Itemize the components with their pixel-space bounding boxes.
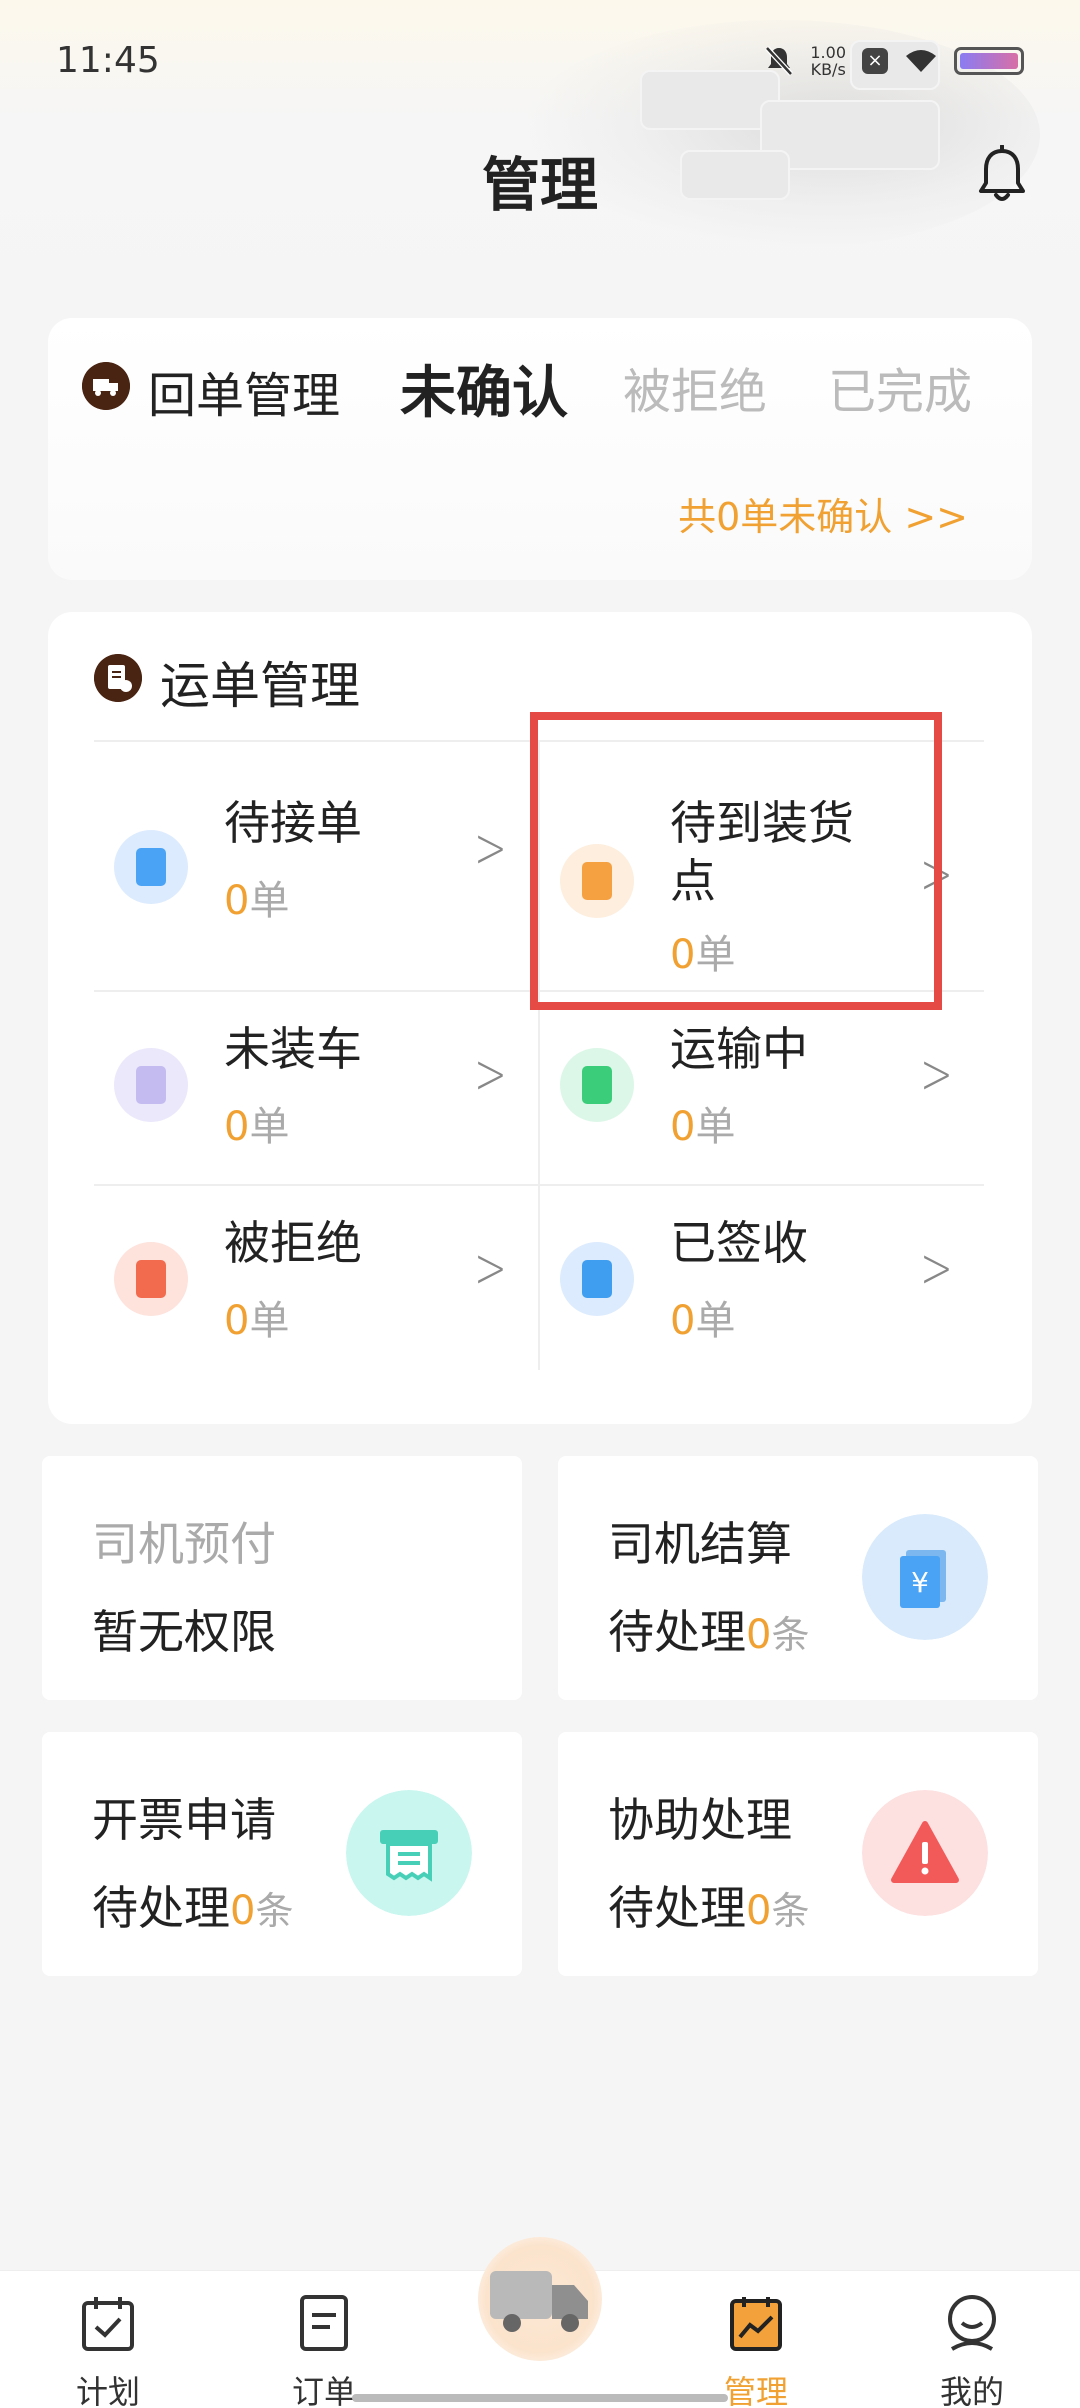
- battery-icon: [954, 47, 1024, 75]
- waybill-item-pending-accept[interactable]: 待接单 0单 >: [94, 742, 534, 990]
- highlight-box: [530, 712, 942, 1010]
- chevron-right-icon: >: [474, 816, 507, 881]
- chevron-right-icon: >: [474, 1236, 507, 1301]
- tab-completed[interactable]: 已完成: [828, 352, 972, 422]
- clipboard-truck-icon: [560, 1048, 634, 1122]
- svg-text:¥: ¥: [911, 1566, 929, 1599]
- driver-settlement-card[interactable]: 司机结算 待处理0条 ¥: [558, 1456, 1038, 1700]
- waybill-item-signed[interactable]: 已签收 0单 >: [540, 1186, 980, 1378]
- mute-bell-icon: [765, 46, 794, 76]
- management-chart-icon: [730, 2297, 782, 2351]
- invoice-title: 开票申请: [92, 1793, 276, 1847]
- bottom-navigation: 计划 订单 管理 我的: [0, 2237, 1080, 2408]
- close-notification-icon: ×: [862, 48, 888, 74]
- document-icon: [300, 2295, 348, 2351]
- status-time: 11:45: [56, 40, 160, 81]
- bell-icon[interactable]: [976, 145, 1028, 205]
- unconfirmed-summary-link[interactable]: 共0单未确认 >>: [678, 486, 968, 541]
- waybill-item-in-transit[interactable]: 运输中 0单 >: [540, 992, 980, 1184]
- assist-status: 待处理0条: [608, 1881, 810, 1935]
- invoice-printer-icon: [346, 1790, 472, 1916]
- yen-document-icon: ¥: [862, 1514, 988, 1640]
- invoice-status: 待处理0条: [92, 1881, 294, 1935]
- receipt-title: 回单管理: [148, 368, 341, 424]
- receipt-truck-icon: [82, 362, 130, 410]
- clipboard-x-icon: [114, 1242, 188, 1316]
- receipt-management-card: 回单管理 未确认 被拒绝 已完成 共0单未确认 >>: [48, 318, 1032, 580]
- status-icons: 1.00 KB/s ×: [764, 44, 1024, 78]
- clipboard-clock-icon: [114, 830, 188, 904]
- page-title: 管理: [481, 151, 598, 219]
- settlement-status: 待处理0条: [608, 1605, 810, 1659]
- prepay-title: 司机预付: [92, 1517, 276, 1571]
- chevron-right-icon: >: [920, 1236, 953, 1301]
- waybill-title: 运单管理: [160, 657, 360, 715]
- status-bar: 11:45 1.00 KB/s ×: [0, 0, 1080, 120]
- waybill-item-not-loaded[interactable]: 未装车 0单 >: [94, 992, 534, 1184]
- clipboard-check-icon: [560, 1242, 634, 1316]
- invoice-application-card[interactable]: 开票申请 待处理0条: [42, 1732, 522, 1976]
- assist-processing-card[interactable]: 协助处理 待处理0条: [558, 1732, 1038, 1976]
- center-truck-button[interactable]: [478, 2237, 602, 2361]
- profile-icon: [948, 2295, 996, 2351]
- waybill-item-rejected[interactable]: 被拒绝 0单 >: [94, 1186, 534, 1378]
- settlement-title: 司机结算: [608, 1517, 792, 1571]
- chevron-right-icon: >: [474, 1042, 507, 1107]
- assist-title: 协助处理: [608, 1793, 792, 1847]
- truck-icon: [490, 2271, 588, 2332]
- waybill-document-icon: [94, 654, 142, 702]
- home-indicator[interactable]: [352, 2394, 728, 2402]
- clipboard-alert-icon: [114, 1048, 188, 1122]
- driver-prepay-card[interactable]: 司机预付 暂无权限: [42, 1456, 522, 1700]
- warning-icon: [862, 1790, 988, 1916]
- calendar-check-icon: [82, 2297, 134, 2351]
- prepay-status: 暂无权限: [92, 1605, 276, 1659]
- tab-unconfirmed[interactable]: 未确认: [376, 348, 568, 429]
- tab-rejected[interactable]: 被拒绝: [623, 352, 767, 422]
- chevron-right-icon: >: [920, 1042, 953, 1107]
- wifi-icon: [906, 50, 936, 72]
- net-speed: 1.00 KB/s: [810, 43, 846, 79]
